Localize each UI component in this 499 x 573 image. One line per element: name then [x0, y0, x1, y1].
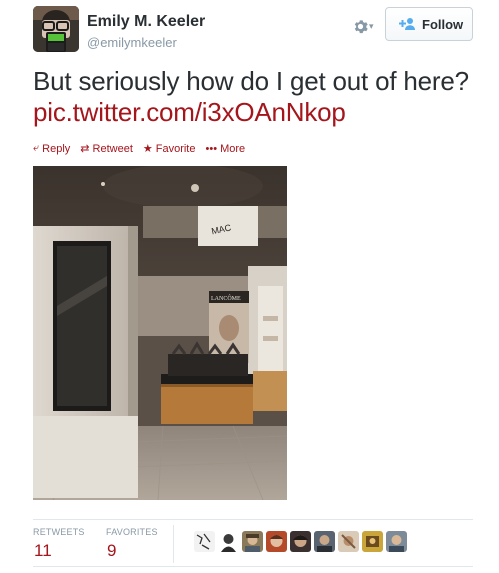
store-sign: LANCÔME	[211, 294, 241, 302]
chevron-down-icon: ▾	[369, 21, 374, 31]
favoriter-avatar[interactable]	[386, 531, 407, 552]
stats-divider	[173, 525, 174, 563]
tweet-header: Emily M. Keeler @emilymkeeler ▾ Follow	[33, 6, 473, 52]
more-dots-icon: •••	[205, 142, 218, 155]
reply-icon: ⤶	[33, 142, 40, 154]
favorites-label: FAVORITES	[106, 527, 158, 537]
favoriter-avatar[interactable]	[338, 531, 359, 552]
favoriters-avatars	[194, 531, 407, 552]
divider-top	[33, 519, 473, 520]
reply-button[interactable]: ⤶ Reply	[33, 142, 70, 155]
favoriter-avatar[interactable]	[242, 531, 263, 552]
favoriter-avatar[interactable]	[290, 531, 311, 552]
more-label: More	[220, 142, 246, 155]
favoriter-avatar[interactable]	[194, 531, 215, 552]
follow-label: Follow	[422, 17, 464, 32]
retweets-count: 11	[34, 541, 52, 560]
user-handle[interactable]: @emilymkeeler	[87, 35, 177, 50]
avatar[interactable]	[33, 6, 79, 52]
tweet-text: But seriously how do I get out of here? …	[33, 66, 473, 128]
favoriter-avatar[interactable]	[314, 531, 335, 552]
favorite-button[interactable]: ★ Favorite	[142, 142, 196, 156]
follow-button[interactable]: Follow	[385, 7, 473, 41]
tweet-actions: ⤶ Reply ⇄ Retweet ★ Favorite ••• More	[33, 142, 245, 155]
favorite-label: Favorite	[155, 142, 196, 155]
more-button[interactable]: ••• More	[206, 142, 246, 155]
retweet-button[interactable]: ⇄ Retweet	[80, 142, 133, 156]
gear-icon	[354, 20, 368, 34]
retweet-icon: ⇄	[80, 143, 90, 155]
user-name[interactable]: Emily M. Keeler	[87, 13, 205, 31]
favoriter-avatar[interactable]	[362, 531, 383, 552]
reply-label: Reply	[42, 142, 71, 155]
star-icon: ★	[142, 143, 153, 155]
add-user-icon	[399, 18, 415, 30]
retweets-label: RETWEETS	[33, 527, 85, 537]
retweet-label: Retweet	[92, 142, 133, 155]
divider-bottom	[33, 566, 473, 567]
favoriter-avatar[interactable]	[218, 531, 239, 552]
tweet-media-link[interactable]: pic.twitter.com/i3xOAnNkop	[33, 97, 346, 127]
tweet-photo[interactable]: MAC LANCÔME	[33, 166, 287, 500]
favoriter-avatar[interactable]	[266, 531, 287, 552]
gear-menu-button[interactable]: ▾	[353, 17, 381, 37]
tweet-body: But seriously how do I get out of here?	[33, 66, 469, 96]
favorites-count: 9	[107, 541, 117, 560]
